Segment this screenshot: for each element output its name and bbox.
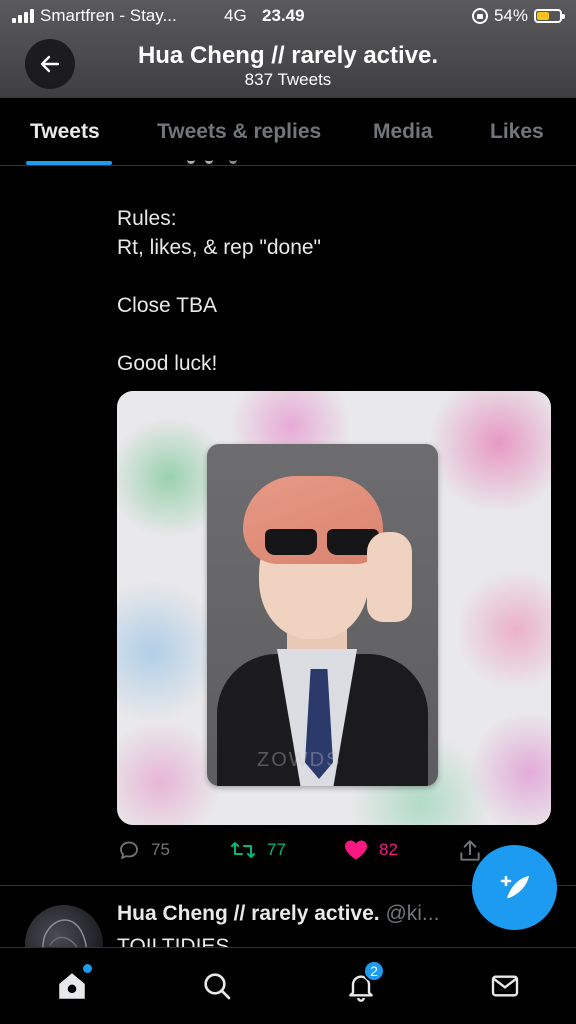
retweet-button[interactable]: 77 <box>229 838 286 862</box>
retweet-icon <box>231 842 255 858</box>
nav-search[interactable] <box>199 968 235 1004</box>
retweet-count: 77 <box>267 840 286 859</box>
tweet-line: Rt, likes, & rep "done" <box>117 236 322 259</box>
bottom-nav: 2 <box>0 947 576 1024</box>
search-icon <box>204 973 231 1000</box>
next-tweet-text: TOILTIDIES <box>117 935 230 948</box>
battery-icon <box>534 9 565 23</box>
like-count: 82 <box>379 840 398 859</box>
profile-name-title: Hua Cheng // rarely active. <box>137 42 439 69</box>
tweet-line: Good luck! <box>117 352 218 375</box>
image-watermark: ZOWDS <box>257 749 342 771</box>
active-tab-indicator <box>26 161 112 165</box>
rotation-lock-icon <box>471 8 488 24</box>
next-tweet-handle: @ki... <box>385 902 440 925</box>
profile-header: Smartfren - Stay... 4G 23.49 54% Hua Che… <box>0 0 576 98</box>
tab-tweets[interactable]: Tweets <box>30 120 100 144</box>
reply-count: 75 <box>151 840 170 859</box>
tweet-text: Rules: Rt, likes, & rep "done" Close TBA… <box>117 166 557 378</box>
tab-media[interactable]: Media <box>373 120 433 144</box>
next-tweet-name[interactable]: Hua Cheng // rarely active. <box>117 902 380 925</box>
battery-percent: 54% <box>493 6 528 25</box>
feather-plus-icon <box>500 875 529 898</box>
tweet-line: Close TBA <box>117 294 217 317</box>
mail-icon <box>491 975 519 997</box>
nav-home[interactable] <box>54 964 92 1004</box>
home-new-dot <box>83 964 92 973</box>
profile-tabs: Tweets Tweets & replies Media Likes <box>0 98 576 166</box>
reply-icon <box>120 841 138 859</box>
nav-messages[interactable] <box>487 968 523 1004</box>
share-icon <box>460 840 480 861</box>
clock: 23.49 <box>262 6 305 25</box>
reply-button[interactable]: 75 <box>117 838 170 862</box>
tweet-actions: 75 77 82 <box>117 838 497 866</box>
photocard: ZOWDS <box>207 444 438 786</box>
share-button[interactable] <box>457 838 483 864</box>
heart-filled-icon <box>345 840 367 860</box>
home-icon <box>59 973 85 999</box>
tab-likes[interactable]: Likes <box>490 120 544 144</box>
carrier-label: Smartfren - Stay... <box>40 6 177 25</box>
notifications-badge: 2 <box>363 960 385 982</box>
tweet-count: 837 Tweets <box>244 70 332 89</box>
like-button[interactable]: 82 <box>343 838 398 862</box>
tweet-image[interactable]: ZOWDS <box>117 391 551 825</box>
status-bar: Smartfren - Stay... 4G 23.49 54% <box>0 0 576 34</box>
next-tweet-header: Hua Cheng // rarely active. @ki... <box>117 902 477 926</box>
tab-tweets-replies[interactable]: Tweets & replies <box>157 120 321 144</box>
nav-notifications[interactable]: 2 <box>343 960 385 1004</box>
tweet-line: Rules: <box>117 207 177 230</box>
compose-tweet-button[interactable] <box>472 845 557 930</box>
signal-icon <box>12 9 34 23</box>
network-label: 4G <box>224 6 247 25</box>
